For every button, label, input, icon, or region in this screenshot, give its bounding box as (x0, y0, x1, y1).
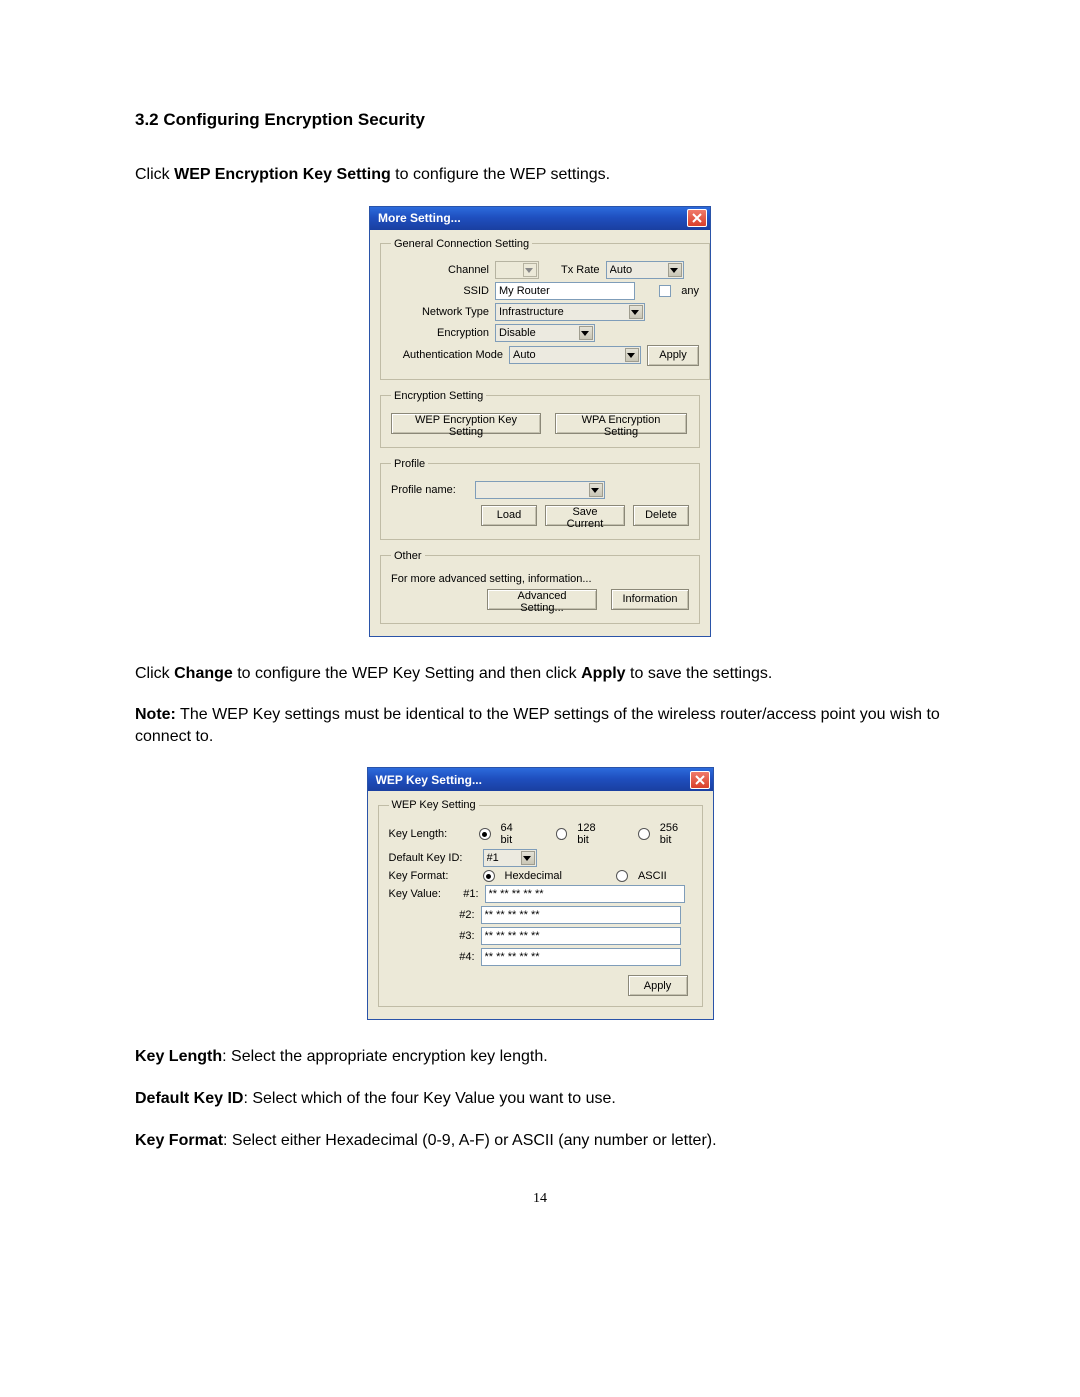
encryption-select[interactable] (495, 324, 595, 342)
other-group: Other For more advanced setting, informa… (380, 550, 700, 624)
dk-text: : Select which of the four Key Value you… (243, 1090, 615, 1107)
auth-mode-select[interactable] (509, 346, 641, 364)
note-paragraph: Note: The WEP Key settings must be ident… (135, 704, 945, 747)
radio-256bit[interactable] (638, 828, 650, 840)
section-heading: 3.2 Configuring Encryption Security (135, 110, 945, 130)
key3-label: #3: (453, 930, 475, 942)
dialog2-title: WEP Key Setting... (376, 773, 482, 787)
apply-button[interactable]: Apply (647, 345, 699, 366)
radio-128bit[interactable] (556, 828, 568, 840)
p1-bold: WEP Encryption Key Setting (174, 166, 391, 183)
profile-legend: Profile (391, 458, 428, 470)
key1-label: #1: (457, 888, 479, 900)
any-label: any (681, 285, 699, 297)
general-connection-legend: General Connection Setting (391, 238, 532, 250)
advanced-setting-button[interactable]: Advanced Setting... (487, 589, 597, 610)
p1-text-pre: Click (135, 166, 174, 183)
wep-key-setting-dialog: WEP Key Setting... WEP Key Setting Key L… (367, 767, 714, 1020)
profile-name-label: Profile name: (391, 484, 469, 496)
network-type-select[interactable] (495, 303, 645, 321)
p1-text-post: to configure the WEP settings. (391, 166, 610, 183)
radio-64bit-label: 64 bit (501, 822, 527, 846)
p2-b1: Change (174, 665, 233, 682)
other-legend: Other (391, 550, 425, 562)
key-format-label: Key Format: (389, 870, 477, 882)
information-button[interactable]: Information (611, 589, 689, 610)
kl-bold: Key Length (135, 1048, 222, 1065)
key2-input[interactable] (481, 906, 681, 924)
ssid-input[interactable] (495, 282, 635, 300)
dialog1-title: More Setting... (378, 211, 461, 225)
key3-input[interactable] (481, 927, 681, 945)
radio-hex[interactable] (483, 870, 495, 882)
close-icon[interactable] (690, 771, 710, 789)
default-key-id-select[interactable] (483, 849, 537, 867)
load-button[interactable]: Load (481, 505, 537, 526)
note-bold: Note: (135, 706, 176, 723)
key4-input[interactable] (481, 948, 681, 966)
p2-pre: Click (135, 665, 174, 682)
profile-name-select[interactable] (475, 481, 605, 499)
wep-apply-button[interactable]: Apply (628, 975, 688, 996)
wep-key-legend: WEP Key Setting (389, 799, 479, 811)
default-key-id-desc: Default Key ID: Select which of the four… (135, 1088, 945, 1110)
txrate-label: Tx Rate (561, 264, 600, 276)
dialog1-titlebar: More Setting... (370, 207, 710, 230)
wpa-setting-button[interactable]: WPA Encryption Setting (555, 413, 687, 434)
note-text: The WEP Key settings must be identical t… (135, 706, 940, 745)
key2-label: #2: (453, 909, 475, 921)
channel-label: Channel (391, 264, 489, 276)
encryption-setting-legend: Encryption Setting (391, 390, 486, 402)
other-text: For more advanced setting, information..… (391, 573, 592, 585)
key-format-desc: Key Format: Select either Hexadecimal (0… (135, 1130, 945, 1152)
close-icon[interactable] (687, 209, 707, 227)
radio-hex-label: Hexdecimal (505, 870, 562, 882)
paragraph-2: Click Change to configure the WEP Key Se… (135, 663, 945, 685)
delete-button[interactable]: Delete (633, 505, 689, 526)
radio-128bit-label: 128 bit (577, 822, 609, 846)
radio-256bit-label: 256 bit (660, 822, 692, 846)
key-value-label: Key Value: (389, 888, 451, 900)
kf-bold: Key Format (135, 1132, 223, 1149)
dk-bold: Default Key ID (135, 1090, 243, 1107)
default-key-id-label: Default Key ID: (389, 852, 477, 864)
dialog2-titlebar: WEP Key Setting... (368, 768, 713, 791)
encryption-label: Encryption (391, 327, 489, 339)
auth-mode-label: Authentication Mode (391, 349, 503, 361)
more-setting-dialog: More Setting... General Connection Setti… (369, 206, 711, 637)
paragraph-1: Click WEP Encryption Key Setting to conf… (135, 164, 945, 186)
save-current-button[interactable]: Save Current (545, 505, 625, 526)
ssid-label: SSID (391, 285, 489, 297)
key4-label: #4: (453, 951, 475, 963)
wep-key-setting-button[interactable]: WEP Encryption Key Setting (391, 413, 541, 434)
radio-ascii-label: ASCII (638, 870, 667, 882)
channel-select (495, 261, 539, 279)
network-type-label: Network Type (391, 306, 489, 318)
key-length-label: Key Length: (389, 828, 473, 840)
key1-input[interactable] (485, 885, 685, 903)
kf-text: : Select either Hexadecimal (0-9, A-F) o… (223, 1132, 717, 1149)
general-connection-group: General Connection Setting Channel Tx Ra… (380, 238, 710, 380)
profile-group: Profile Profile name: Load Save Current … (380, 458, 700, 540)
p2-mid: to configure the WEP Key Setting and the… (233, 665, 581, 682)
encryption-setting-group: Encryption Setting WEP Encryption Key Se… (380, 390, 700, 448)
page-number: 14 (135, 1191, 945, 1207)
wep-key-group: WEP Key Setting Key Length: 64 bit 128 b… (378, 799, 703, 1007)
radio-64bit[interactable] (479, 828, 491, 840)
p2-b2: Apply (581, 665, 625, 682)
any-checkbox[interactable] (659, 285, 671, 297)
txrate-select[interactable] (606, 261, 684, 279)
radio-ascii[interactable] (616, 870, 628, 882)
kl-text: : Select the appropriate encryption key … (222, 1048, 548, 1065)
p2-post: to save the settings. (626, 665, 773, 682)
key-length-desc: Key Length: Select the appropriate encry… (135, 1046, 945, 1068)
